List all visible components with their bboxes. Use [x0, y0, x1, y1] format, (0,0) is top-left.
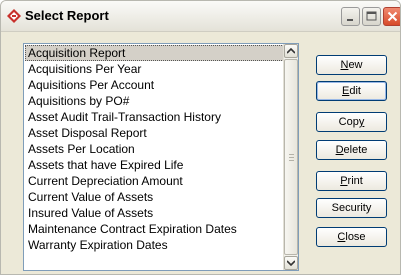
copy-button[interactable]: Copy: [316, 112, 387, 132]
report-listbox[interactable]: Acquisition Report Acquisitions Per Year A…: [23, 43, 299, 271]
security-button[interactable]: Security: [316, 198, 387, 218]
chevron-up-icon: [287, 48, 295, 54]
report-list-item[interactable]: Aquisitions Per Account: [25, 77, 284, 93]
report-list-item[interactable]: Aquisitions by PO#: [25, 93, 284, 109]
select-report-window: Select Report Acquisition Report Acquisit…: [0, 0, 401, 275]
report-list-item[interactable]: Asset Disposal Report: [25, 125, 284, 141]
report-list-item[interactable]: Insured Value of Assets: [25, 205, 284, 221]
report-diamond-icon: [7, 9, 21, 23]
scroll-up-button[interactable]: [284, 44, 298, 58]
print-button-accelerator: P: [340, 175, 348, 187]
scroll-thumb[interactable]: [284, 59, 298, 255]
copy-button-accelerator: y: [358, 116, 365, 128]
maximize-icon: [366, 11, 377, 21]
security-button-label: Security: [331, 202, 372, 214]
grip-icon: [289, 154, 294, 161]
report-list-item[interactable]: Warranty Expiration Dates: [25, 237, 284, 253]
maximize-button[interactable]: [362, 7, 381, 26]
new-button[interactable]: New: [316, 55, 387, 75]
print-button[interactable]: Print: [316, 171, 387, 191]
report-list-item[interactable]: Maintenance Contract Expiration Dates: [25, 221, 284, 237]
scroll-down-button[interactable]: [284, 256, 298, 270]
list-scrollbar[interactable]: [283, 44, 298, 270]
report-list-item[interactable]: Current Value of Assets: [25, 189, 284, 205]
report-list-item[interactable]: Asset Audit Trail-Transaction History: [25, 109, 284, 125]
report-list-item[interactable]: Assets that have Expired Life: [25, 157, 284, 173]
close-button-label-post: lose: [345, 231, 366, 243]
new-button-label-post: ew: [348, 59, 363, 71]
chevron-down-icon: [287, 260, 295, 266]
close-button[interactable]: Close: [316, 227, 387, 247]
copy-button-label-pre: Cop: [338, 116, 359, 128]
minimize-icon: [347, 19, 353, 21]
title-bar[interactable]: Select Report: [1, 1, 400, 32]
delete-button-accelerator: D: [335, 144, 344, 156]
print-button-label-post: rint: [347, 175, 363, 187]
edit-button[interactable]: Edit: [316, 81, 387, 101]
delete-button-label-post: elete: [343, 144, 368, 156]
window-title: Select Report: [25, 8, 109, 23]
delete-button[interactable]: Delete: [316, 140, 387, 160]
report-list-item[interactable]: Assets Per Location: [25, 141, 284, 157]
report-list-item[interactable]: Current Depreciation Amount: [25, 173, 284, 189]
close-icon: [387, 11, 398, 22]
report-list-item[interactable]: Acquisitions Per Year: [25, 61, 284, 77]
minimize-button[interactable]: [341, 7, 360, 26]
report-list-item[interactable]: Acquisition Report: [25, 45, 284, 61]
report-list: Acquisition Report Acquisitions Per Year A…: [25, 45, 284, 253]
edit-button-label-post: dit: [349, 85, 361, 97]
close-window-button[interactable]: [383, 7, 400, 26]
